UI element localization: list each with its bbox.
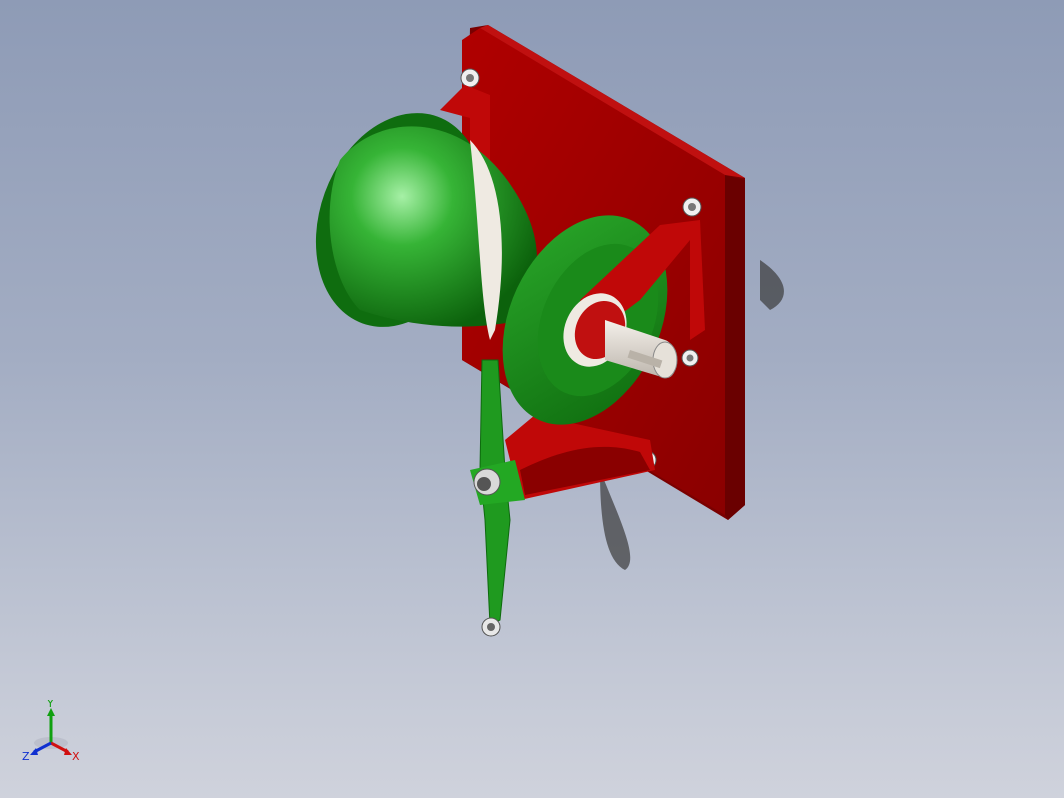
bolt-right-middle — [681, 349, 699, 367]
bolt-right-upper — [682, 197, 702, 217]
cad-viewport[interactable]: Y X Z — [0, 0, 1064, 798]
y-label: Y — [46, 700, 54, 710]
winch-3d-model[interactable] — [0, 0, 1064, 798]
plate-shadow-lower — [600, 470, 631, 570]
crank-pivot-bolt — [473, 468, 501, 496]
crank-end-bolt — [481, 617, 501, 637]
plate-shadow — [760, 260, 784, 310]
z-label: Z — [22, 750, 30, 763]
bolt-top-left — [460, 68, 480, 88]
x-label: X — [72, 750, 80, 763]
orientation-triad: Y X Z — [22, 700, 80, 763]
